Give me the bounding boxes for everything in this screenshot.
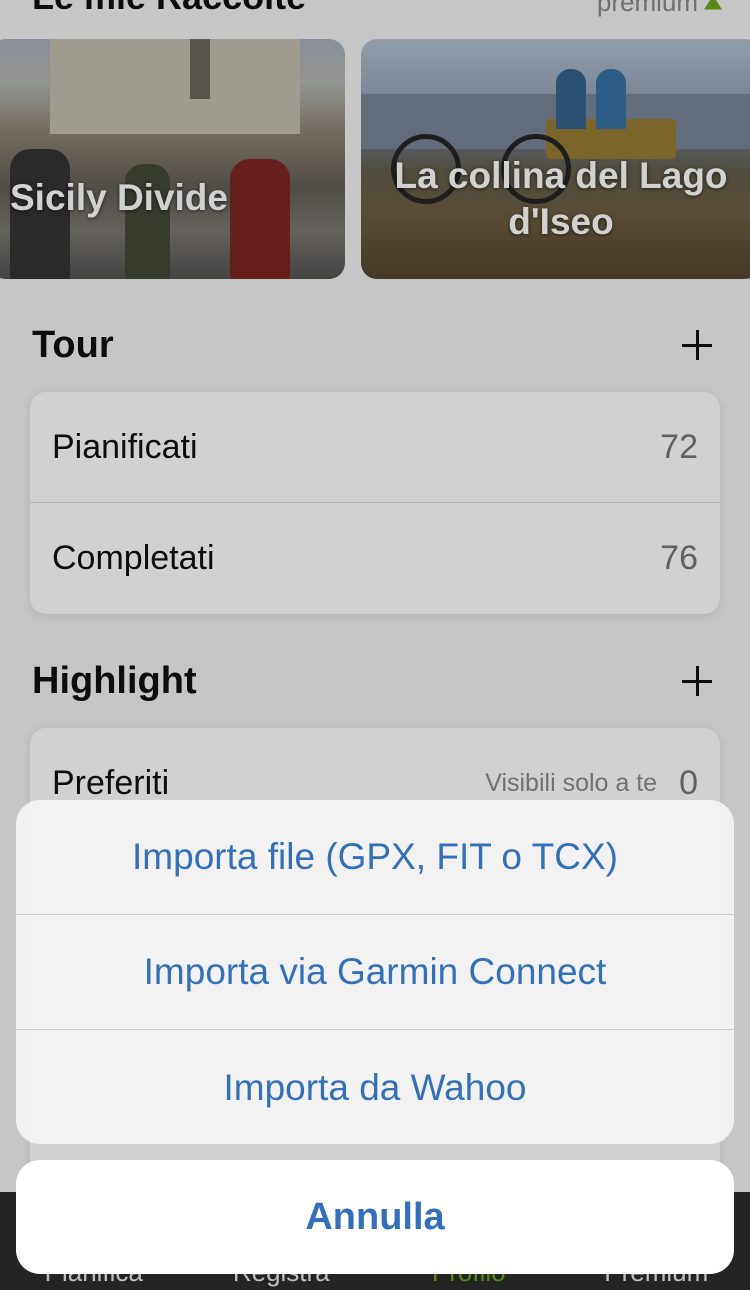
import-garmin-button[interactable]: Importa via Garmin Connect: [16, 915, 734, 1030]
import-wahoo-button[interactable]: Importa da Wahoo: [16, 1030, 734, 1144]
import-action-sheet: Importa file (GPX, FIT o TCX) Importa vi…: [16, 800, 734, 1144]
import-file-button[interactable]: Importa file (GPX, FIT o TCX): [16, 800, 734, 915]
cancel-button[interactable]: Annulla: [16, 1160, 734, 1274]
